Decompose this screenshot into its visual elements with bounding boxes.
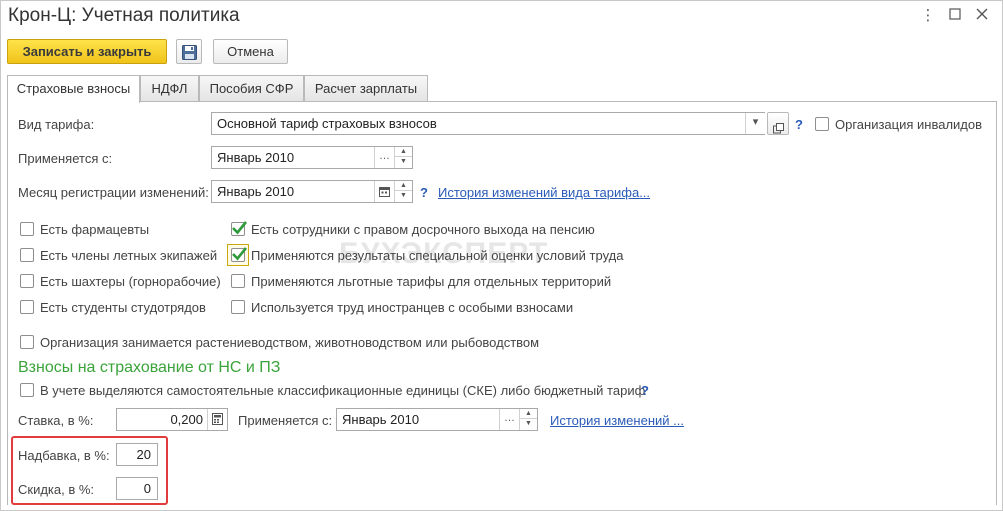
invalids-label: Организация инвалидов: [835, 117, 983, 132]
save-and-close-button[interactable]: Записать и закрыть: [7, 39, 167, 64]
reg-month-label: Месяц регистрации изменений:: [18, 185, 209, 200]
checkmark-icon: [232, 247, 248, 261]
applied-from-spinner[interactable]: ▲ ▼: [394, 147, 412, 168]
agriculture-label: Организация занимается растениеводством,…: [40, 335, 540, 350]
rate-label: Ставка, в %:: [18, 413, 94, 428]
flight-crew-label: Есть члены летных экипажей: [40, 248, 218, 263]
ns-applied-from-spinner[interactable]: ▲ ▼: [519, 409, 537, 430]
early-retirement-checkbox[interactable]: [231, 221, 248, 236]
checkmark-icon: [232, 221, 248, 235]
preferential-tariffs-checkbox[interactable]: [231, 274, 245, 288]
tab-ndfl[interactable]: НДФЛ: [140, 75, 199, 102]
pharmacists-checkbox[interactable]: [20, 222, 34, 236]
ske-help-icon[interactable]: ?: [641, 383, 649, 398]
tab-payroll[interactable]: Расчет зарплаты: [304, 75, 428, 102]
student-squads-checkbox[interactable]: [20, 300, 34, 314]
spin-down-icon[interactable]: ▼: [520, 419, 537, 429]
preferential-tariffs-label: Применяются льготные тарифы для отдельны…: [251, 274, 612, 289]
reg-month-field[interactable]: Январь 2010 ▲ ▼: [211, 180, 413, 203]
open-icon: [773, 118, 784, 141]
special-assessment-label: Применяются результаты специальной оценк…: [251, 248, 624, 263]
spin-up-icon[interactable]: ▲: [520, 409, 537, 419]
rate-field[interactable]: 0,200: [116, 408, 228, 431]
spin-up-icon[interactable]: ▲: [395, 181, 412, 191]
tariff-dropdown-button[interactable]: ▾: [745, 113, 765, 134]
highlight-frame: [11, 436, 168, 505]
spin-up-icon[interactable]: ▲: [395, 147, 412, 157]
flight-crew-checkbox[interactable]: [20, 248, 34, 262]
toolbar: Записать и закрыть Отмена: [1, 37, 1002, 69]
calculator-button[interactable]: [207, 409, 227, 430]
ske-checkbox[interactable]: [20, 383, 34, 397]
tab-sfr-benefits[interactable]: Пособия СФР: [199, 75, 304, 102]
more-icon[interactable]: ⋮: [917, 5, 939, 27]
title-bar: Крон-Ц: Учетная политика ⋮: [1, 1, 1002, 33]
foreign-labor-label: Используется труд иностранцев с особыми …: [251, 300, 574, 315]
student-squads-label: Есть студенты студотрядов: [40, 300, 206, 315]
ellipsis-icon: …: [379, 150, 390, 162]
calendar-icon: [379, 185, 390, 204]
tariff-help-icon[interactable]: ?: [795, 117, 803, 132]
ns-applied-from-label: Применяется с:: [238, 413, 333, 428]
maximize-icon[interactable]: [944, 5, 966, 27]
cancel-button[interactable]: Отмена: [213, 39, 288, 64]
tariff-select[interactable]: Основной тариф страховых взносов ▾: [211, 112, 765, 135]
early-retirement-label: Есть сотрудники с правом досрочного выхо…: [251, 222, 595, 237]
tariff-label: Вид тарифа:: [18, 117, 95, 132]
reg-month-help-icon[interactable]: ?: [420, 185, 428, 200]
close-icon[interactable]: [971, 5, 993, 27]
ns-applied-from-field[interactable]: Январь 2010 … ▲ ▼: [336, 408, 538, 431]
select-button[interactable]: …: [499, 409, 519, 430]
save-button[interactable]: [176, 39, 202, 64]
miners-label: Есть шахтеры (горнорабочие): [40, 274, 221, 289]
special-assessment-checkbox[interactable]: [231, 247, 248, 262]
miners-checkbox[interactable]: [20, 274, 34, 288]
foreign-labor-checkbox[interactable]: [231, 300, 245, 314]
accounting-policy-window: Крон-Ц: Учетная политика ⋮ Записать и за…: [0, 0, 1003, 511]
spin-down-icon[interactable]: ▼: [395, 191, 412, 201]
select-button[interactable]: …: [374, 147, 394, 168]
spin-down-icon[interactable]: ▼: [395, 157, 412, 167]
pharmacists-label: Есть фармацевты: [40, 222, 150, 237]
applied-from-field[interactable]: Январь 2010 … ▲ ▼: [211, 146, 413, 169]
ns-section-title: Взносы на страхование от НС и ПЗ: [18, 359, 281, 376]
tariff-value: Основной тариф страховых взносов: [217, 116, 437, 131]
tariff-history-link[interactable]: История изменений вида тарифа...: [438, 185, 650, 200]
ellipsis-icon: …: [504, 412, 515, 424]
agriculture-checkbox[interactable]: [20, 335, 34, 349]
rate-value: 0,200: [170, 412, 203, 427]
reg-month-spinner[interactable]: ▲ ▼: [394, 181, 412, 202]
ns-applied-from-value: Январь 2010: [342, 412, 420, 427]
calendar-button[interactable]: [374, 181, 394, 202]
ns-history-link[interactable]: История изменений ...: [550, 413, 684, 428]
invalids-checkbox[interactable]: [815, 117, 829, 131]
calculator-icon: [212, 413, 223, 432]
reg-month-value: Январь 2010: [217, 184, 295, 199]
applied-from-label: Применяется с:: [18, 151, 113, 166]
chevron-down-icon: ▾: [752, 116, 759, 128]
tab-insurance-contributions[interactable]: Страховые взносы: [7, 75, 140, 103]
window-title: Крон-Ц: Учетная политика: [8, 5, 240, 26]
tariff-open-button[interactable]: [767, 112, 789, 135]
applied-from-value: Январь 2010: [217, 150, 295, 165]
floppy-disk-icon: [182, 44, 197, 67]
ske-label: В учете выделяются самостоятельные класс…: [40, 383, 646, 398]
